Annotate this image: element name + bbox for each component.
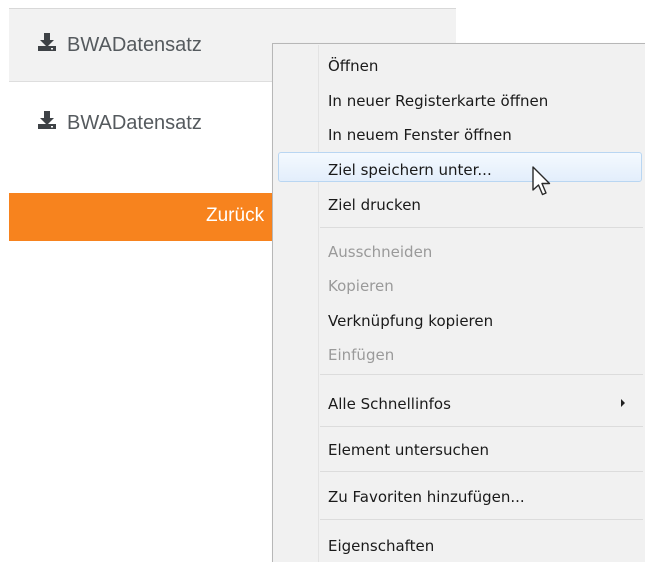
menu-separator bbox=[320, 426, 643, 427]
download-icon bbox=[37, 111, 57, 129]
menu-item-print-target[interactable]: Ziel drucken bbox=[328, 192, 635, 218]
menu-item-all-tooltips[interactable]: Alle Schnellinfos bbox=[328, 391, 635, 417]
menu-separator bbox=[320, 519, 643, 520]
menu-item-properties[interactable]: Eigenschaften bbox=[328, 533, 635, 559]
menu-separator bbox=[320, 374, 643, 375]
menu-item-save-target-as[interactable]: Ziel speichern unter... bbox=[328, 157, 635, 183]
menu-item-copy-shortcut[interactable]: Verknüpfung kopieren bbox=[328, 308, 635, 334]
menu-item-cut: Ausschneiden bbox=[328, 243, 433, 261]
download-icon bbox=[37, 33, 57, 51]
menu-separator bbox=[320, 471, 643, 472]
mouse-pointer-icon bbox=[531, 166, 553, 198]
submenu-arrow-icon bbox=[621, 399, 625, 407]
menu-item-all-tooltips-label: Alle Schnellinfos bbox=[328, 395, 451, 413]
menu-gutter-divider bbox=[318, 45, 319, 562]
menu-item-open-new-tab[interactable]: In neuer Registerkarte öffnen bbox=[328, 88, 635, 114]
menu-item-open-new-window[interactable]: In neuem Fenster öffnen bbox=[328, 122, 635, 148]
back-button-label: Zurück bbox=[206, 205, 265, 226]
menu-item-add-to-favorites[interactable]: Zu Favoriten hinzufügen... bbox=[328, 484, 635, 510]
menu-item-inspect-element[interactable]: Element untersuchen bbox=[328, 437, 635, 463]
menu-item-paste: Einfügen bbox=[328, 346, 395, 364]
download-link-label: BWADatensatz bbox=[67, 33, 202, 56]
context-menu: Öffnen In neuer Registerkarte öffnen In … bbox=[272, 43, 645, 562]
menu-item-copy: Kopieren bbox=[328, 277, 394, 295]
menu-separator bbox=[320, 227, 643, 228]
download-link-label: BWADatensatz bbox=[67, 111, 202, 134]
menu-item-open[interactable]: Öffnen bbox=[328, 53, 635, 79]
